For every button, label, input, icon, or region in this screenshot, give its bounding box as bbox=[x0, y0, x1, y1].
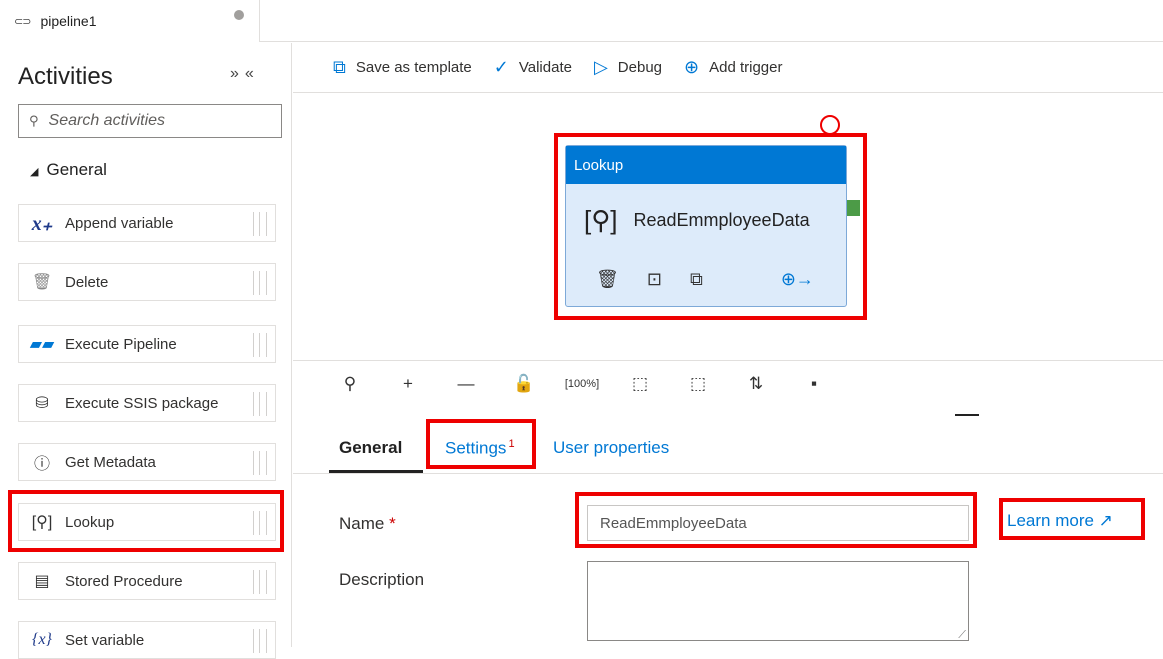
activities-title: Activities bbox=[18, 63, 113, 90]
template-icon: ⧉ bbox=[333, 57, 346, 77]
auto-align-icon[interactable]: ⇅ bbox=[737, 374, 775, 394]
drag-handle-icon[interactable] bbox=[253, 451, 267, 475]
save-as-template-button[interactable]: ⧉ Save as template bbox=[333, 57, 472, 78]
validate-button[interactable]: ✓ Validate bbox=[494, 57, 572, 78]
select-icon[interactable]: ⬚ bbox=[679, 374, 717, 394]
lookup-icon: [⚲] bbox=[31, 514, 53, 531]
activities-panel: Activities »« ⚲ Search activities ◢ Gener… bbox=[0, 43, 292, 659]
unsaved-dot-icon[interactable] bbox=[234, 10, 244, 20]
activity-label: Set variable bbox=[65, 631, 145, 649]
search-activities-input[interactable]: ⚲ Search activities bbox=[18, 104, 282, 138]
activity-execute-pipeline[interactable]: ▰▰ Execute Pipeline bbox=[18, 325, 276, 363]
properties-tabs bbox=[293, 420, 1163, 474]
activity-execute-ssis[interactable]: ⛁ Execute SSIS package bbox=[18, 384, 276, 422]
group-general[interactable]: ◢ General bbox=[30, 160, 107, 180]
activity-stored-procedure[interactable]: ▤ Stored Procedure bbox=[18, 562, 276, 600]
execute-pipeline-icon: ▰▰ bbox=[29, 336, 55, 353]
debug-button[interactable]: ▷ Debug bbox=[594, 57, 662, 78]
panel-splitter[interactable] bbox=[955, 414, 979, 416]
add-trigger-button[interactable]: ⊕ Add trigger bbox=[684, 57, 782, 78]
settings-error-badge: 1 bbox=[508, 438, 515, 450]
drag-handle-icon[interactable] bbox=[253, 511, 267, 535]
lookup-activity-node[interactable]: Lookup [⚲] ReadEmmployeeData 🗑 ⊡ ⧉ ⊕→ bbox=[565, 145, 847, 307]
fit-to-window-icon[interactable]: ⬚ bbox=[621, 374, 659, 394]
collapse-all-icon[interactable]: » bbox=[230, 65, 245, 82]
pipeline-toolbar: ⧉ Save as template ✓ Validate ▷ Debug ⊕ Add … bbox=[293, 43, 1163, 93]
play-icon: ▷ bbox=[593, 57, 608, 77]
activity-label: Append variable bbox=[65, 214, 174, 232]
tab-bar: ⊂⊃ pipeline1 bbox=[0, 0, 1163, 42]
learn-more-label: Learn more bbox=[1007, 511, 1094, 530]
description-label: Description bbox=[339, 570, 425, 589]
external-link-icon: ↗ bbox=[1098, 511, 1113, 530]
drag-handle-icon[interactable] bbox=[253, 570, 267, 594]
activity-label: Lookup bbox=[65, 513, 115, 531]
lock-icon[interactable]: 🔓 bbox=[505, 374, 543, 394]
expand-triangle-icon: ◢ bbox=[30, 166, 39, 178]
canvas-toolbar: ⚲ + — 🔓 [100%] ⬚ ⬚ ⇅ ▪ bbox=[293, 360, 1163, 406]
drag-handle-icon[interactable] bbox=[253, 629, 267, 653]
activity-delete[interactable]: 🗑 Delete bbox=[18, 263, 276, 301]
append-variable-icon: x₊ bbox=[31, 212, 53, 235]
activity-label: Execute SSIS package bbox=[65, 394, 219, 412]
info-icon: ⓘ bbox=[33, 456, 50, 473]
learn-more-link[interactable]: Learn more ↗ bbox=[1007, 511, 1113, 531]
trash-icon: 🗑 bbox=[31, 274, 53, 291]
activity-label: Delete bbox=[65, 273, 109, 291]
drag-handle-icon[interactable] bbox=[253, 333, 267, 357]
error-indicator-icon[interactable] bbox=[820, 115, 840, 135]
collapse-panel-icon[interactable]: « bbox=[245, 65, 260, 82]
ssis-icon: ⛁ bbox=[35, 395, 49, 412]
lookup-icon: [⚲] bbox=[584, 204, 618, 235]
drag-handle-icon[interactable] bbox=[253, 271, 267, 295]
delete-icon[interactable]: 🗑 bbox=[596, 269, 619, 290]
save-template-label: Save as template bbox=[355, 59, 472, 76]
tab-settings[interactable]: Settings 1 bbox=[445, 438, 515, 459]
tab-pipeline1[interactable]: ⊂⊃ pipeline1 bbox=[0, 0, 260, 42]
activity-label: Get Metadata bbox=[65, 453, 156, 471]
pipeline-icon: ⊂⊃ bbox=[14, 15, 31, 28]
sidebar-controls: »« bbox=[230, 65, 260, 83]
node-header: Lookup bbox=[566, 146, 846, 184]
drag-handle-icon[interactable] bbox=[253, 212, 267, 236]
code-icon[interactable]: ⊡ bbox=[647, 269, 662, 290]
minimap-icon[interactable]: ▪ bbox=[795, 374, 833, 394]
clone-icon[interactable]: ⧉ bbox=[690, 269, 703, 290]
stored-procedure-icon: ▤ bbox=[34, 573, 50, 590]
validate-label: Validate bbox=[518, 59, 572, 76]
group-label: General bbox=[46, 160, 107, 179]
drag-handle-icon[interactable] bbox=[253, 392, 267, 416]
activity-label: Execute Pipeline bbox=[65, 335, 177, 353]
node-name: ReadEmmployeeData bbox=[633, 209, 810, 230]
search-placeholder: Search activities bbox=[48, 112, 166, 129]
success-output-port[interactable] bbox=[847, 200, 860, 216]
required-asterisk: * bbox=[389, 514, 396, 533]
name-label-text: Name bbox=[339, 514, 385, 533]
tab-general[interactable]: General bbox=[339, 438, 402, 458]
name-label: Name * bbox=[339, 514, 396, 534]
zoom-in-icon[interactable]: + bbox=[389, 374, 427, 394]
activity-get-metadata[interactable]: ⓘ Get Metadata bbox=[18, 443, 276, 481]
debug-label: Debug bbox=[617, 59, 662, 76]
zoom-100-icon[interactable]: [100%] bbox=[563, 378, 601, 390]
description-textarea[interactable] bbox=[587, 561, 969, 642]
zoom-out-icon[interactable]: — bbox=[447, 374, 485, 394]
search-icon: ⚲ bbox=[29, 113, 39, 128]
activity-label: Stored Procedure bbox=[65, 572, 183, 590]
active-tab-underline bbox=[329, 470, 423, 473]
zoom-search-icon[interactable]: ⚲ bbox=[331, 374, 369, 394]
trigger-icon: ⊕ bbox=[684, 57, 700, 77]
add-trigger-label: Add trigger bbox=[709, 59, 783, 76]
add-output-icon[interactable]: ⊕→ bbox=[781, 269, 814, 290]
tab-user-properties[interactable]: User properties bbox=[553, 438, 669, 458]
checkmark-icon: ✓ bbox=[493, 57, 509, 77]
settings-label: Settings bbox=[445, 438, 507, 458]
set-variable-icon: {x} bbox=[32, 631, 52, 648]
tab-title: pipeline1 bbox=[40, 13, 97, 29]
activity-append-variable[interactable]: x₊ Append variable bbox=[18, 204, 276, 242]
activity-set-variable[interactable]: {x} Set variable bbox=[18, 621, 276, 659]
activity-lookup[interactable]: [⚲] Lookup bbox=[18, 503, 276, 541]
name-input[interactable]: ReadEmmployeeData bbox=[587, 505, 969, 541]
